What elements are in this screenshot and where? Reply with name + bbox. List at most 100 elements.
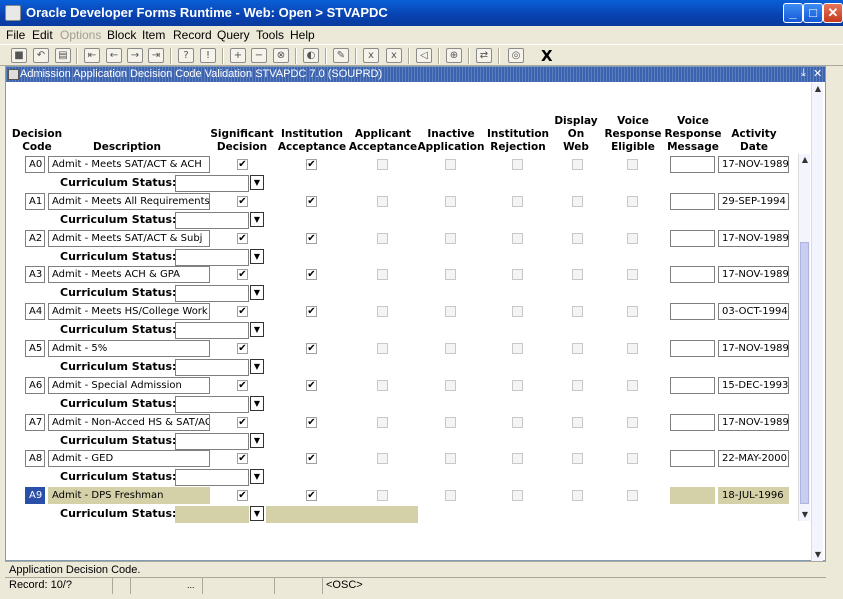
decision-code-field[interactable]: A8 <box>25 450 45 468</box>
checkbox-significant[interactable]: ✔ <box>237 306 248 318</box>
activity-date-field[interactable]: 17-NOV-1989 <box>718 266 789 284</box>
voice-response-message-field[interactable] <box>670 156 715 173</box>
description-field[interactable]: Admit - Non-Acced HS & SAT/ACT <box>48 413 210 431</box>
checkbox-web[interactable] <box>572 379 583 391</box>
list-values-icon[interactable]: x <box>386 48 402 63</box>
checkbox-inactive[interactable] <box>445 232 456 244</box>
checkbox-appl-accept[interactable] <box>377 232 388 244</box>
decision-code-field[interactable]: A2 <box>25 229 45 247</box>
checkbox-inst-reject[interactable] <box>512 306 523 318</box>
execute-query-icon[interactable]: ! <box>200 48 216 63</box>
form-scroll-up-icon[interactable]: ▲ <box>812 83 824 95</box>
activity-date-field[interactable]: 17-NOV-1989 <box>718 229 789 247</box>
description-field[interactable]: Admit - 5% <box>48 340 210 357</box>
voice-response-message-field[interactable] <box>670 229 715 247</box>
checkbox-inactive[interactable] <box>445 159 456 170</box>
checkbox-inst-accept[interactable]: ✔ <box>306 416 317 428</box>
checkbox-inst-accept[interactable]: ✔ <box>306 269 317 281</box>
checkbox-inst-reject[interactable] <box>512 269 523 281</box>
menu-record[interactable]: Record <box>173 28 212 42</box>
menu-query[interactable]: Query <box>217 28 250 42</box>
checkbox-inst-reject[interactable] <box>512 343 523 354</box>
options-icon[interactable]: ⇄ <box>476 48 492 63</box>
description-field[interactable]: Admit - DPS Freshman <box>48 487 210 505</box>
activity-date-field[interactable]: 03-OCT-1994 <box>718 303 789 321</box>
voice-response-message-field[interactable] <box>670 340 715 357</box>
chevron-down-icon[interactable]: ▼ <box>250 469 264 485</box>
curriculum-status-field[interactable] <box>175 395 249 413</box>
decision-code-field[interactable]: A0 <box>25 156 45 173</box>
chevron-down-icon[interactable]: ▼ <box>250 175 264 190</box>
checkbox-inactive[interactable] <box>445 343 456 354</box>
checkbox-appl-accept[interactable] <box>377 159 388 170</box>
chevron-down-icon[interactable]: ▼ <box>250 285 264 301</box>
checkbox-inst-accept[interactable]: ✔ <box>306 195 317 207</box>
edit-field-icon[interactable]: ✎ <box>333 48 349 63</box>
prev-record-icon[interactable]: ← <box>106 48 122 63</box>
checkbox-inactive[interactable] <box>445 195 456 207</box>
curriculum-status-field[interactable] <box>175 175 249 192</box>
description-field[interactable]: Admit - Meets SAT/ACT & ACH <box>48 156 210 173</box>
clear-form-icon[interactable]: ◐ <box>303 48 319 63</box>
checkbox-inst-accept[interactable]: ✔ <box>306 306 317 318</box>
scrollbar-thumb[interactable] <box>800 242 809 504</box>
checkbox-significant[interactable]: ✔ <box>237 232 248 244</box>
checkbox-inst-accept[interactable]: ✔ <box>306 379 317 391</box>
description-field[interactable]: Admit - Meets ACH & GPA <box>48 266 210 284</box>
checkbox-significant[interactable]: ✔ <box>237 269 248 281</box>
menu-tools[interactable]: Tools <box>256 28 284 42</box>
checkbox-inactive[interactable] <box>445 306 456 318</box>
curriculum-status-field[interactable] <box>175 469 249 487</box>
lock-record-icon[interactable]: ⊗ <box>273 48 289 63</box>
chevron-down-icon[interactable]: ▼ <box>250 506 264 522</box>
checkbox-inst-reject[interactable] <box>512 490 523 502</box>
description-field[interactable]: Admit - Special Admission <box>48 376 210 394</box>
voice-response-message-field[interactable] <box>670 266 715 284</box>
checkbox-inst-reject[interactable] <box>512 232 523 244</box>
chevron-down-icon[interactable]: ▼ <box>250 248 264 264</box>
enter-query-icon[interactable]: ? <box>178 48 194 63</box>
next-block-icon[interactable]: ⇥ <box>148 48 164 63</box>
decision-code-field[interactable]: A1 <box>25 192 45 210</box>
checkbox-inst-accept[interactable]: ✔ <box>306 343 317 354</box>
close-button[interactable]: ✕ <box>823 3 843 23</box>
form-close-button[interactable]: ✕ <box>813 67 822 80</box>
checkbox-voice-eligible[interactable] <box>627 379 638 391</box>
curriculum-status-field[interactable] <box>175 285 249 303</box>
decision-code-field[interactable]: A4 <box>25 303 45 321</box>
checkbox-inst-reject[interactable] <box>512 379 523 391</box>
checkbox-inactive[interactable] <box>445 416 456 428</box>
menu-edit[interactable]: Edit <box>32 28 53 42</box>
checkbox-appl-accept[interactable] <box>377 306 388 318</box>
curriculum-status-field[interactable] <box>175 432 249 450</box>
checkbox-voice-eligible[interactable] <box>627 416 638 428</box>
curriculum-status-field[interactable] <box>175 248 249 266</box>
checkbox-voice-eligible[interactable] <box>627 343 638 354</box>
menu-item[interactable]: Item <box>142 28 165 42</box>
checkbox-inst-reject[interactable] <box>512 195 523 207</box>
checkbox-inactive[interactable] <box>445 490 456 502</box>
scroll-down-icon[interactable]: ▼ <box>799 509 811 521</box>
checkbox-significant[interactable]: ✔ <box>237 490 248 502</box>
help-icon[interactable]: ◁ <box>416 48 432 63</box>
activity-date-field[interactable]: 15-DEC-1993 <box>718 376 789 394</box>
voice-response-message-field[interactable] <box>670 413 715 431</box>
checkbox-web[interactable] <box>572 306 583 318</box>
menu-file[interactable]: File <box>6 28 25 42</box>
checkbox-web[interactable] <box>572 159 583 170</box>
checkbox-inst-accept[interactable]: ✔ <box>306 490 317 502</box>
checkbox-voice-eligible[interactable] <box>627 232 638 244</box>
scroll-up-icon[interactable]: ▲ <box>799 154 811 166</box>
checkbox-web[interactable] <box>572 490 583 502</box>
checkbox-appl-accept[interactable] <box>377 453 388 465</box>
prev-block-icon[interactable]: ⇤ <box>84 48 100 63</box>
voice-response-message-field[interactable] <box>670 303 715 321</box>
decision-code-field[interactable]: A7 <box>25 413 45 431</box>
decision-code-field[interactable]: A9 <box>25 487 45 505</box>
checkbox-appl-accept[interactable] <box>377 379 388 391</box>
chevron-down-icon[interactable]: ▼ <box>250 432 264 448</box>
chevron-down-icon[interactable]: ▼ <box>250 395 264 411</box>
checkbox-voice-eligible[interactable] <box>627 453 638 465</box>
print-icon[interactable]: ▤ <box>55 48 71 63</box>
activity-date-field[interactable]: 17-NOV-1989 <box>718 413 789 431</box>
